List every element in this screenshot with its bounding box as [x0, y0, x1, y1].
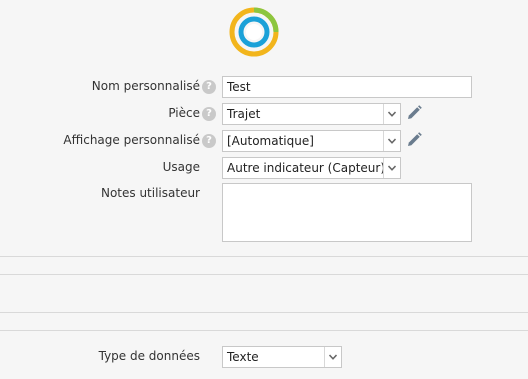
- data-type-label: Type de données: [98, 349, 200, 363]
- room-label: Pièce: [168, 106, 200, 120]
- divider: [0, 256, 528, 257]
- usage-label: Usage: [162, 160, 200, 174]
- chevron-down-icon[interactable]: [383, 104, 400, 124]
- notes-textarea[interactable]: [222, 183, 472, 242]
- custom-name-input[interactable]: Test: [222, 76, 472, 98]
- help-icon[interactable]: ?: [202, 134, 216, 148]
- help-icon[interactable]: ?: [202, 107, 216, 121]
- divider: [0, 274, 528, 275]
- data-type-select-value: Texte: [227, 350, 259, 364]
- room-select[interactable]: Trajet: [222, 103, 401, 125]
- chevron-down-icon[interactable]: [383, 131, 400, 151]
- notes-label: Notes utilisateur: [100, 186, 200, 200]
- usage-select-value: Autre indicateur (Capteur): [227, 161, 386, 175]
- help-icon[interactable]: ?: [202, 80, 216, 94]
- edit-display-icon[interactable]: [405, 131, 423, 149]
- data-type-select[interactable]: Texte: [222, 346, 342, 368]
- divider: [0, 330, 528, 331]
- custom-display-label: Affichage personnalisé: [63, 133, 200, 147]
- app-logo-icon: [229, 7, 279, 57]
- chevron-down-icon[interactable]: [383, 158, 400, 178]
- usage-select[interactable]: Autre indicateur (Capteur): [222, 157, 401, 179]
- chevron-down-icon[interactable]: [324, 347, 341, 367]
- custom-name-label: Nom personnalisé: [91, 79, 200, 93]
- custom-display-select[interactable]: [Automatique]: [222, 130, 401, 152]
- edit-room-icon[interactable]: [405, 104, 423, 122]
- divider: [0, 312, 528, 313]
- room-select-value: Trajet: [227, 107, 261, 121]
- custom-display-select-value: [Automatique]: [227, 134, 314, 148]
